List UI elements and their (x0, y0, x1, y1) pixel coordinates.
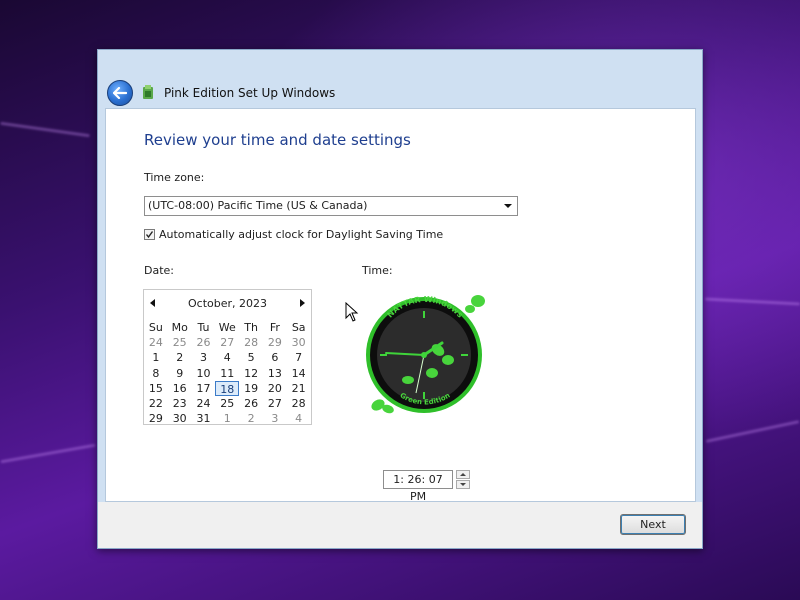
calendar-weekday-header: Su (148, 321, 163, 334)
timezone-selected-value: (UTC-08:00) Pacific Time (US & Canada) (148, 199, 368, 212)
calendar-day[interactable]: 12 (239, 366, 263, 381)
calendar-day[interactable]: 5 (239, 350, 263, 365)
next-month-icon[interactable] (300, 299, 305, 307)
calendar-day[interactable]: 25 (215, 396, 239, 411)
calendar-weekday-header: Tu (197, 321, 210, 334)
calendar-day[interactable]: 24 (144, 335, 168, 350)
dst-checkbox[interactable] (144, 229, 155, 240)
mouse-pointer-icon (345, 302, 359, 322)
calendar-day[interactable]: 21 (287, 381, 311, 396)
timezone-label: Time zone: (144, 171, 205, 184)
calendar-day[interactable]: 24 (192, 396, 216, 411)
wallpaper-streak (704, 297, 800, 306)
calendar-day[interactable]: 16 (168, 381, 192, 396)
wallpaper-streak (0, 121, 90, 138)
spinner-down-icon[interactable] (456, 480, 470, 489)
calendar-day[interactable]: 15 (144, 381, 168, 396)
setup-app-icon (143, 85, 153, 99)
calendar-day[interactable]: 11 (215, 366, 239, 381)
next-button[interactable]: Next (620, 514, 686, 535)
calendar-weekday-header: We (218, 321, 236, 334)
calendar-day[interactable]: 3 (263, 411, 287, 426)
calendar-day[interactable]: 29 (263, 335, 287, 350)
spinner-up-icon[interactable] (456, 470, 470, 479)
calendar-header: October, 2023 (144, 296, 311, 310)
window-title: Pink Edition Set Up Windows (164, 86, 336, 100)
calendar-day[interactable]: 27 (215, 335, 239, 350)
time-input[interactable]: 1: 26: 07 PM (383, 470, 453, 503)
clock-face: NATTAR Windows Green Edition (362, 293, 486, 417)
calendar-weekday-header: Th (244, 321, 258, 334)
calendar-day[interactable]: 4 (287, 411, 311, 426)
calendar-week-row: 29 30 31 1 2 3 4 (144, 411, 311, 426)
dst-checkbox-row[interactable]: Automatically adjust clock for Daylight … (144, 228, 443, 241)
calendar-day[interactable]: 4 (215, 350, 239, 365)
calendar-day[interactable]: 25 (168, 335, 192, 350)
calendar-day[interactable]: 13 (263, 366, 287, 381)
content-pane: Review your time and date settings Time … (105, 108, 696, 503)
calendar-day[interactable]: 23 (168, 396, 192, 411)
time-spinner[interactable] (456, 470, 470, 489)
calendar-day[interactable]: 29 (144, 411, 168, 426)
calendar-day[interactable]: 30 (287, 335, 311, 350)
calendar-week-row: 15 16 17 18 19 20 21 (144, 380, 311, 396)
calendar-day[interactable]: 26 (192, 335, 216, 350)
calendar-day[interactable]: 26 (239, 396, 263, 411)
calendar-month-title[interactable]: October, 2023 (144, 297, 311, 310)
dst-label: Automatically adjust clock for Daylight … (159, 228, 444, 241)
arrow-left-icon (113, 87, 127, 99)
calendar-day[interactable]: 17 (192, 381, 216, 396)
calendar-day[interactable]: 31 (192, 411, 216, 426)
calendar-day[interactable]: 2 (239, 411, 263, 426)
analog-clock: NATTAR Windows Green Edition (358, 285, 492, 419)
calendar-day[interactable]: 28 (239, 335, 263, 350)
calendar-day[interactable]: 19 (239, 381, 263, 396)
calendar-week-row: 8 9 10 11 12 13 14 (144, 366, 311, 381)
chevron-down-icon (504, 204, 512, 208)
calendar-week-row: 22 23 24 25 26 27 28 (144, 396, 311, 411)
calendar-day[interactable]: 2 (168, 350, 192, 365)
calendar-day[interactable]: 7 (287, 350, 311, 365)
date-label: Date: (144, 264, 174, 277)
calendar-day[interactable]: 8 (144, 366, 168, 381)
calendar-day[interactable]: 10 (192, 366, 216, 381)
calendar-day-selected[interactable]: 18 (215, 380, 240, 396)
calendar-day[interactable]: 6 (263, 350, 287, 365)
calendar-day[interactable]: 22 (144, 396, 168, 411)
page-heading: Review your time and date settings (144, 131, 411, 149)
calendar-weekday-row: Su Mo Tu We Th Fr Sa (144, 320, 311, 335)
calendar-day[interactable]: 30 (168, 411, 192, 426)
calendar-weekday-header: Fr (269, 321, 280, 334)
calendar-day[interactable]: 9 (168, 366, 192, 381)
calendar-grid: Su Mo Tu We Th Fr Sa 24 25 26 27 28 29 30 1 2 3 4 5 6 7 8 9 10… (144, 320, 311, 426)
title-bar: Pink Edition Set Up Windows (98, 50, 702, 108)
calendar-weekday-header: Mo (171, 321, 188, 334)
wallpaper-streak (0, 443, 96, 464)
calendar-weekday-header: Sa (291, 321, 306, 334)
calendar-week-row: 24 25 26 27 28 29 30 (144, 335, 311, 350)
calendar-day[interactable]: 3 (192, 350, 216, 365)
setup-window: Pink Edition Set Up Windows Review your … (97, 49, 703, 549)
calendar-day[interactable]: 1 (144, 350, 168, 365)
wallpaper-streak (705, 420, 800, 443)
back-button[interactable] (107, 80, 133, 106)
footer-bar: Next (98, 502, 702, 548)
clock-center-pin (421, 352, 427, 358)
date-calendar: October, 2023 Su Mo Tu We Th Fr Sa 24 25 26 27 28 2… (143, 289, 312, 425)
calendar-week-row: 1234567 (144, 350, 311, 365)
checkmark-icon (145, 231, 154, 239)
timezone-dropdown[interactable]: (UTC-08:00) Pacific Time (US & Canada) (144, 196, 518, 216)
calendar-day[interactable]: 1 (215, 411, 239, 426)
time-label: Time: (362, 264, 393, 277)
calendar-day[interactable]: 28 (287, 396, 311, 411)
calendar-day[interactable]: 27 (263, 396, 287, 411)
calendar-day[interactable]: 14 (287, 366, 311, 381)
calendar-day[interactable]: 20 (263, 381, 287, 396)
